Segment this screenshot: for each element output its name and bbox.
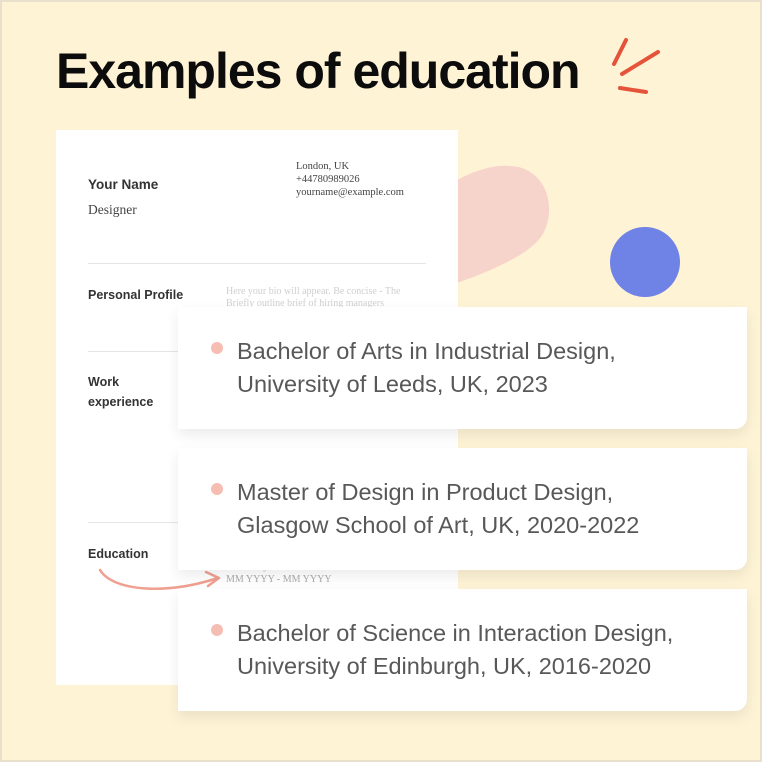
education-example-card: Bachelor of Arts in Industrial Design, U… <box>178 307 747 429</box>
education-example-line: Bachelor of Science in Interaction Desig… <box>237 620 674 646</box>
resume-divider <box>88 263 426 264</box>
sparkle-icon <box>612 38 660 94</box>
education-example-line: Master of Design in Product Design, <box>237 479 614 505</box>
resume-city: London, UK <box>296 161 350 172</box>
bullet-dot <box>211 342 223 354</box>
education-example-line: University of Edinburgh, UK, 2016-2020 <box>237 653 652 679</box>
education-example-card: Master of Design in Product Design, Glas… <box>178 448 747 570</box>
bullet-dot <box>211 483 223 495</box>
resume-section-profile: Personal Profile <box>88 288 184 302</box>
decorative-blob <box>442 165 550 286</box>
education-example-card: Bachelor of Science in Interaction Desig… <box>178 589 747 711</box>
resume-profile-placeholder-line: Here your bio will appear. Be concise - … <box>226 286 401 297</box>
resume-phone: +44780989026 <box>296 174 360 185</box>
education-example-text: Master of Design in Product Design, Glas… <box>237 476 639 542</box>
resume-education-dates: MM YYYY - MM YYYY <box>226 574 332 585</box>
education-example-text: Bachelor of Science in Interaction Desig… <box>237 617 673 683</box>
bullet-dot <box>211 624 223 636</box>
resume-role: Designer <box>88 202 137 217</box>
decorative-circle <box>610 227 680 297</box>
resume-section-work: Work experience <box>88 375 154 409</box>
page-title: Examples of education <box>56 43 581 99</box>
education-example-line: Bachelor of Arts in Industrial Design, <box>237 338 616 364</box>
resume-contact: London, UK +44780989026 yourname@example… <box>296 160 404 199</box>
infographic-canvas: Examples of education Your Name Designer… <box>0 0 762 762</box>
education-example-line: Glasgow School of Art, UK, 2020-2022 <box>237 512 640 538</box>
education-example-text: Bachelor of Arts in Industrial Design, U… <box>237 335 616 401</box>
resume-email: yourname@example.com <box>296 187 404 198</box>
resume-name: Your Name <box>88 177 159 192</box>
education-example-line: University of Leeds, UK, 2023 <box>237 371 548 397</box>
resume-section-education: Education <box>88 547 149 561</box>
